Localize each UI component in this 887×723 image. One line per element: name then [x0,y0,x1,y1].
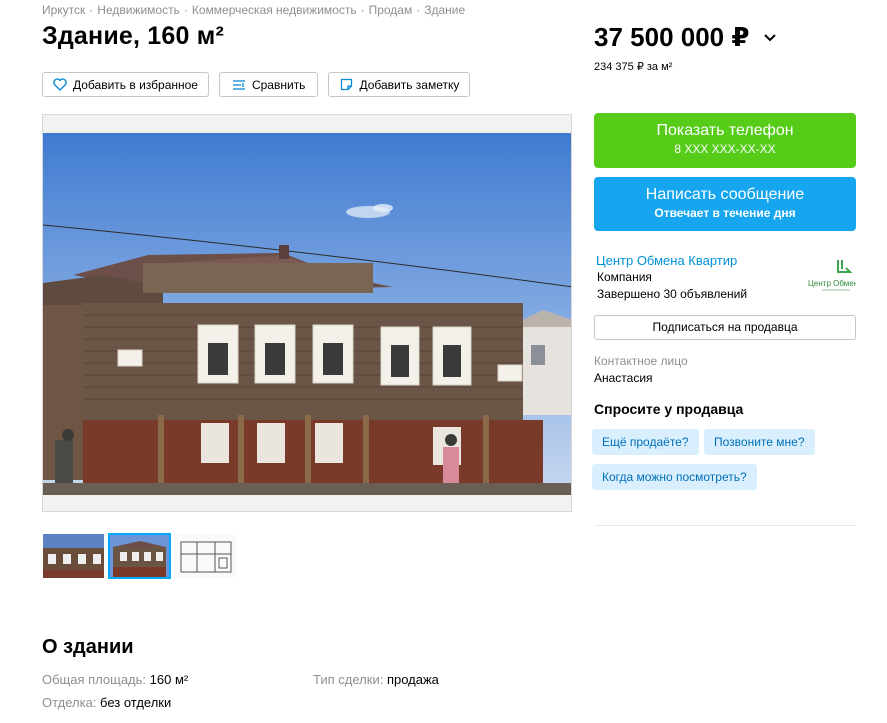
compare-button[interactable]: Сравнить [218,72,319,97]
seller-completed-count: Завершено 30 объявлений [597,287,748,301]
add-note-label: Добавить заметку [359,77,460,92]
breadcrumb-item-city[interactable]: Иркутск [42,3,85,17]
param-value: 160 м² [149,672,189,687]
ask-when-view-chip[interactable]: Когда можно посмотреть? [592,464,757,490]
contact-person-name: Анастасия [594,371,653,385]
seller-type: Компания [597,270,652,284]
param-key: Общая площадь: [42,672,147,687]
param-deal-type: Тип сделки: продажа [313,672,439,687]
breadcrumb-item-sell[interactable]: Продам [369,3,413,17]
write-message-label: Написать сообщение [645,186,805,203]
param-total-area: Общая площадь: 160 м² [42,672,188,687]
note-icon [339,78,353,92]
seller-logo-image: Центр Обмена [806,256,863,296]
photo-thumbnail[interactable] [42,533,105,579]
photo-thumbnails [42,533,237,579]
compare-label: Сравнить [251,77,306,92]
ask-seller-title: Спросите у продавца [594,401,744,417]
divider [594,525,856,526]
about-section-title: О здании [42,636,134,658]
add-to-favorites-label: Добавить в избранное [73,77,198,92]
price-per-m2: 234 375 ₽ за м² [594,61,673,73]
price-value: 37 500 000 ₽ [594,22,750,52]
price: 37 500 000 ₽ [594,22,779,53]
subscribe-seller-button[interactable]: Подписаться на продавца [594,315,856,340]
param-key: Отделка: [42,695,97,710]
contact-person-label: Контактное лицо [594,354,688,368]
param-key: Тип сделки: [313,672,384,687]
show-phone-button[interactable]: Показать телефон 8 XXX XXX-XX-XX [594,113,856,168]
breadcrumb-item-realty[interactable]: Недвижимость [97,3,180,17]
main-photo[interactable] [42,114,572,512]
heart-icon [53,78,67,92]
seller-name-link[interactable]: Центр Обмена Квартир [596,253,737,268]
breadcrumb: Иркутск · Недвижимость · Коммерческая недвиж… [42,3,466,17]
param-value: без отделки [100,695,172,710]
chevron-down-icon[interactable] [761,29,779,47]
ask-call-me-chip[interactable]: Позвоните мне? [704,429,815,455]
building-photo-image [43,115,571,511]
breadcrumb-item-building[interactable]: Здание [424,3,465,17]
add-to-favorites-button[interactable]: Добавить в избранное [42,72,209,97]
param-finishing: Отделка: без отделки [42,695,171,710]
param-value: продажа [386,672,439,687]
masked-phone-number: 8 XXX XXX-XX-XX [674,142,776,156]
page-title: Здание, 160 м² [42,22,224,50]
compare-icon [232,78,246,92]
ask-still-selling-chip[interactable]: Ещё продаёте? [592,429,699,455]
seller-logo[interactable]: Центр Обмена [806,256,863,296]
svg-text:Центр Обмена: Центр Обмена [808,279,856,288]
photo-thumbnail[interactable] [108,533,171,579]
breadcrumb-item-commercial[interactable]: Коммерческая недвижимость [192,3,357,17]
add-note-button[interactable]: Добавить заметку [328,72,471,97]
response-time-note: Отвечает в течение дня [654,206,796,220]
write-message-button[interactable]: Написать сообщение Отвечает в течение дн… [594,177,856,231]
show-phone-label: Показать телефон [656,122,794,139]
photo-thumbnail[interactable] [174,533,237,579]
listing-actions: Добавить в избранное Сравнить Добавить з… [42,72,471,97]
